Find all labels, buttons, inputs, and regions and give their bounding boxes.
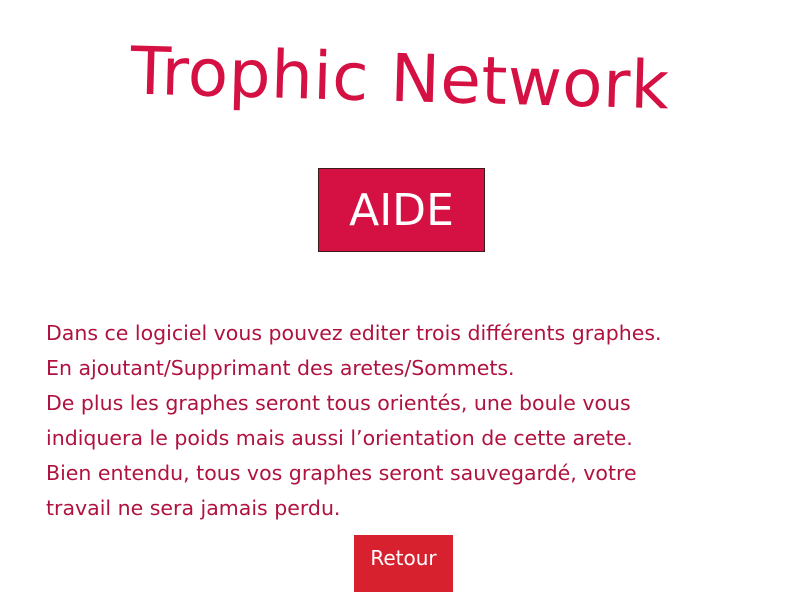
back-button[interactable]: Retour (354, 535, 453, 592)
help-line: De plus les graphes seront tous orientés… (46, 391, 631, 415)
help-line: Bien entendu, tous vos graphes seront sa… (46, 461, 637, 485)
help-description: Dans ce logiciel vous pouvez editer troi… (46, 316, 766, 526)
help-line: indiquera le poids mais aussi l’orientat… (46, 426, 633, 450)
help-line: travail ne sera jamais perdu. (46, 496, 341, 520)
app-title: Trophic Network (129, 32, 671, 125)
help-screen: Trophic Network AIDE Dans ce logiciel vo… (0, 0, 800, 600)
help-line: Dans ce logiciel vous pouvez editer troi… (46, 321, 662, 345)
help-heading-badge: AIDE (318, 168, 485, 252)
help-line: En ajoutant/Supprimant des aretes/Sommet… (46, 356, 515, 380)
